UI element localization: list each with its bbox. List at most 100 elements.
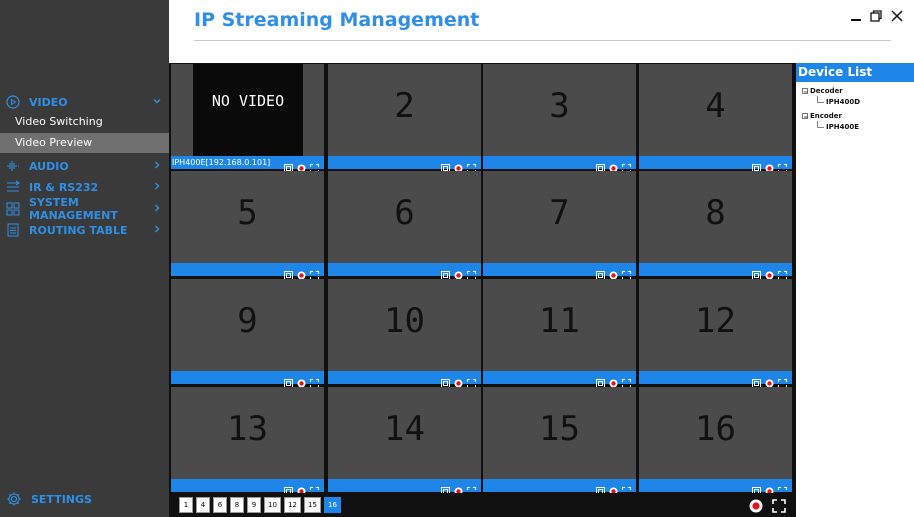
fullscreen-icon[interactable] [622, 158, 631, 173]
record-icon[interactable] [765, 265, 774, 280]
video-cell-14[interactable]: 14 [328, 387, 481, 496]
video-cell-2[interactable]: 2 [328, 64, 481, 173]
snapshot-icon[interactable] [441, 158, 450, 173]
fullscreen-icon[interactable] [778, 481, 787, 496]
layout-button-15[interactable]: 15 [304, 497, 321, 513]
layout-button-9[interactable]: 9 [247, 497, 261, 513]
video-cell-5[interactable]: 5 [171, 171, 324, 280]
record-icon[interactable] [609, 373, 618, 388]
snapshot-icon[interactable] [752, 373, 761, 388]
record-icon[interactable] [609, 265, 618, 280]
fullscreen-icon[interactable] [310, 481, 319, 496]
cell-number: 10 [384, 301, 425, 341]
fullscreen-icon[interactable] [622, 265, 631, 280]
video-cell-9[interactable]: 9 [171, 279, 324, 388]
record-icon[interactable] [765, 373, 774, 388]
record-icon[interactable] [297, 265, 306, 280]
sidebar-item-video-preview[interactable]: Video Preview [0, 133, 169, 153]
fullscreen-all-icon[interactable] [772, 498, 786, 513]
video-cell-16[interactable]: 16 [639, 387, 792, 496]
fullscreen-icon[interactable] [622, 481, 631, 496]
fullscreen-icon[interactable] [622, 373, 631, 388]
record-icon[interactable] [765, 158, 774, 173]
record-icon[interactable] [609, 481, 618, 496]
record-icon[interactable] [297, 373, 306, 388]
tree-device-iph400e[interactable]: IPH400E [826, 123, 859, 131]
video-cell-15[interactable]: 15 [483, 387, 636, 496]
collapse-icon[interactable] [802, 113, 808, 119]
video-cell-10[interactable]: 10 [328, 279, 481, 388]
close-icon[interactable] [890, 8, 904, 22]
sidebar-group-video[interactable]: VIDEO [0, 92, 169, 112]
tree-device-iph400d[interactable]: IPH400D [826, 98, 860, 106]
fullscreen-icon[interactable] [778, 158, 787, 173]
snapshot-icon[interactable] [284, 481, 293, 496]
video-cell-6[interactable]: 6 [328, 171, 481, 280]
sidebar-item-label: Video Preview [15, 136, 93, 149]
snapshot-icon[interactable] [752, 158, 761, 173]
record-icon[interactable] [454, 158, 463, 173]
table-icon [6, 223, 20, 237]
layout-button-12[interactable]: 12 [284, 497, 301, 513]
video-cell-4[interactable]: 4 [639, 64, 792, 173]
snapshot-icon[interactable] [441, 373, 450, 388]
app-title: IP Streaming Management [194, 9, 480, 31]
sidebar-group-ir-rs232[interactable]: IR & RS232 [0, 177, 169, 197]
record-icon[interactable] [454, 481, 463, 496]
tree-device-label: IPH400D [826, 98, 861, 106]
fullscreen-icon[interactable] [467, 158, 476, 173]
settings-button[interactable]: SETTINGS [6, 491, 92, 507]
restore-icon[interactable] [869, 8, 883, 22]
fullscreen-icon[interactable] [778, 373, 787, 388]
sidebar-group-audio[interactable]: AUDIO [0, 156, 169, 176]
snapshot-icon[interactable] [284, 265, 293, 280]
snapshot-icon[interactable] [752, 481, 761, 496]
video-cell-13[interactable]: 13 [171, 387, 324, 496]
layout-button-4[interactable]: 4 [196, 497, 210, 513]
sidebar-group-label: AUDIO [29, 159, 69, 173]
video-cell-8[interactable]: 8 [639, 171, 792, 280]
cell-number: 6 [394, 193, 415, 233]
record-icon[interactable] [297, 158, 306, 173]
snapshot-icon[interactable] [441, 265, 450, 280]
fullscreen-icon[interactable] [310, 265, 319, 280]
snapshot-icon[interactable] [752, 265, 761, 280]
layout-button-10[interactable]: 10 [264, 497, 281, 513]
fullscreen-icon[interactable] [467, 481, 476, 496]
collapse-icon[interactable] [802, 88, 808, 94]
layout-button-8[interactable]: 8 [230, 497, 244, 513]
record-icon[interactable] [454, 265, 463, 280]
fullscreen-icon[interactable] [467, 373, 476, 388]
fullscreen-icon[interactable] [310, 158, 319, 173]
layout-button-16[interactable]: 16 [324, 497, 341, 513]
sidebar-group-routing-table[interactable]: ROUTING TABLE [0, 220, 169, 240]
snapshot-icon[interactable] [284, 373, 293, 388]
record-icon[interactable] [765, 481, 774, 496]
minimize-icon[interactable] [849, 8, 863, 22]
snapshot-icon[interactable] [596, 265, 605, 280]
fullscreen-icon[interactable] [310, 373, 319, 388]
snapshot-icon[interactable] [596, 158, 605, 173]
video-cell-11[interactable]: 11 [483, 279, 636, 388]
layout-button-6[interactable]: 6 [213, 497, 227, 513]
video-cell-12[interactable]: 12 [639, 279, 792, 388]
record-icon[interactable] [297, 481, 306, 496]
record-icon[interactable] [609, 158, 618, 173]
snapshot-icon[interactable] [441, 481, 450, 496]
video-cell-1[interactable]: NO VIDEO IPH400E[192.168.0.101] [171, 64, 324, 173]
snapshot-icon[interactable] [596, 481, 605, 496]
snapshot-icon[interactable] [284, 158, 293, 173]
snapshot-icon[interactable] [596, 373, 605, 388]
video-cell-3[interactable]: 3 [483, 64, 636, 173]
record-all-icon[interactable] [749, 498, 763, 513]
sidebar-item-video-switching[interactable]: Video Switching [0, 112, 169, 132]
fullscreen-icon[interactable] [778, 265, 787, 280]
tree-node-encoder[interactable]: Encoder [802, 112, 842, 120]
video-cell-7[interactable]: 7 [483, 171, 636, 280]
fullscreen-icon[interactable] [467, 265, 476, 280]
layout-button-1[interactable]: 1 [179, 497, 193, 513]
cell-number: 16 [695, 409, 736, 449]
sidebar-group-system-management[interactable]: SYSTEM MANAGEMENT [0, 196, 169, 222]
record-icon[interactable] [454, 373, 463, 388]
tree-node-decoder[interactable]: Decoder [802, 87, 843, 95]
